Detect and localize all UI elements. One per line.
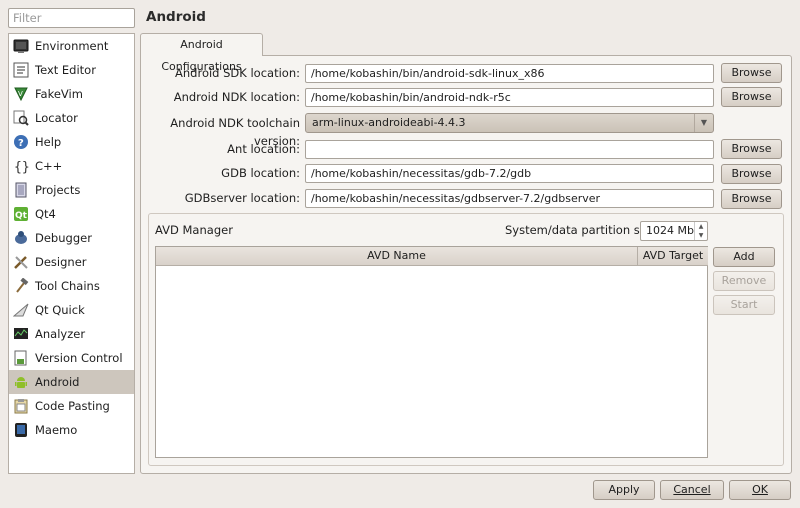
sidebar-item-maemo[interactable]: Maemo: [9, 418, 134, 442]
cpp-icon: {}: [12, 158, 29, 175]
sidebar-item-designer[interactable]: Designer: [9, 250, 134, 274]
ant-location-field[interactable]: [305, 140, 714, 159]
sidebar-item-code-pasting[interactable]: Code Pasting: [9, 394, 134, 418]
analyzer-icon: [12, 326, 29, 343]
ndk-location-label: Android NDK location:: [173, 90, 300, 104]
sidebar-item-version-control[interactable]: Version Control: [9, 346, 134, 370]
sidebar-item-label: Projects: [35, 183, 81, 197]
sidebar-item-label: Qt4: [35, 207, 56, 221]
chevron-down-icon[interactable]: ▼: [694, 114, 713, 132]
sidebar-item-label: Qt Quick: [35, 303, 85, 317]
gdb-location-label: GDB location:: [221, 166, 300, 180]
page-title: Android: [146, 9, 206, 25]
sidebar-item-label: C++: [35, 159, 63, 173]
svg-text:{}: {}: [14, 160, 29, 174]
sidebar-item-label: Environment: [35, 39, 109, 53]
sidebar-item-label: Help: [35, 135, 62, 149]
svg-text:?: ?: [18, 138, 24, 149]
sidebar-item-label: Maemo: [35, 423, 78, 437]
ant-location-label: Ant location:: [227, 142, 300, 156]
cancel-button-label: Cancel: [673, 483, 711, 496]
fakevim-icon: V: [12, 86, 29, 103]
sidebar-item-debugger[interactable]: Debugger: [9, 226, 134, 250]
sidebar-item-label: Designer: [35, 255, 87, 269]
hammer-icon: [12, 278, 29, 295]
apply-button[interactable]: Apply: [593, 480, 655, 500]
sdk-location-field[interactable]: /home/kobashin/bin/android-sdk-linux_x86: [305, 64, 714, 83]
toolchain-version-select[interactable]: arm-linux-androideabi-4.4.3 ▼: [305, 113, 714, 133]
android-icon: [12, 374, 29, 391]
ant-browse-button[interactable]: Browse: [721, 139, 782, 159]
partition-size-value: 1024 Mb: [646, 224, 694, 237]
ndk-location-field[interactable]: /home/kobashin/bin/android-ndk-r5c: [305, 88, 714, 107]
column-header-avd-target[interactable]: AVD Target: [638, 247, 708, 266]
maemo-icon: [12, 422, 29, 439]
filter-input[interactable]: Filter: [8, 8, 135, 28]
sidebar-item-help[interactable]: ? Help: [9, 130, 134, 154]
sidebar-item-label: Text Editor: [35, 63, 96, 77]
gdbserver-browse-button[interactable]: Browse: [721, 189, 782, 209]
code-pasting-icon: [12, 398, 29, 415]
sidebar-item-android[interactable]: Android: [9, 370, 134, 394]
apply-button-label: Apply: [608, 483, 640, 496]
sidebar-item-locator[interactable]: Locator: [9, 106, 134, 130]
avd-manager-title: AVD Manager: [155, 223, 233, 237]
gdb-browse-button[interactable]: Browse: [721, 164, 782, 184]
spin-arrows-icon[interactable]: ▲ ▼: [694, 222, 707, 240]
partition-size-label: System/data partition size:: [505, 223, 660, 237]
svg-text:V: V: [18, 90, 23, 98]
projects-icon: [12, 182, 29, 199]
ok-button-label: OK: [752, 483, 768, 496]
cancel-button[interactable]: Cancel: [660, 480, 724, 500]
toolchain-version-value: arm-linux-androideabi-4.4.3: [312, 116, 466, 129]
sidebar-item-label: Analyzer: [35, 327, 86, 341]
avd-table[interactable]: AVD Name AVD Target: [155, 246, 708, 458]
sidebar-item-label: FakeVim: [35, 87, 83, 101]
qt-icon: Qt: [12, 206, 29, 223]
gdbserver-location-label: GDBserver location:: [184, 191, 300, 205]
sidebar-item-label: Locator: [35, 111, 78, 125]
add-avd-button[interactable]: Add: [713, 247, 775, 267]
settings-category-list: Environment Text Editor V FakeVim Locato…: [8, 33, 135, 474]
sidebar-item-cpp[interactable]: {} C++: [9, 154, 134, 178]
start-avd-button[interactable]: Start: [713, 295, 775, 315]
sidebar-item-analyzer[interactable]: Analyzer: [9, 322, 134, 346]
designer-icon: [12, 254, 29, 271]
qt-quick-icon: [12, 302, 29, 319]
locator-icon: [12, 110, 29, 127]
sidebar-item-text-editor[interactable]: Text Editor: [9, 58, 134, 82]
monitor-icon: [12, 38, 29, 55]
sidebar-item-label: Android: [35, 375, 80, 389]
sidebar-item-fakevim[interactable]: V FakeVim: [9, 82, 134, 106]
partition-size-spinbox[interactable]: 1024 Mb ▲ ▼: [640, 221, 708, 241]
sidebar-item-label: Version Control: [35, 351, 123, 365]
ok-button[interactable]: OK: [729, 480, 791, 500]
remove-avd-button[interactable]: Remove: [713, 271, 775, 291]
text-editor-icon: [12, 62, 29, 79]
gdb-location-field[interactable]: /home/kobashin/necessitas/gdb-7.2/gdb: [305, 164, 714, 183]
sidebar-item-projects[interactable]: Projects: [9, 178, 134, 202]
sidebar-item-label: Debugger: [35, 231, 92, 245]
tab-android-configurations[interactable]: Android Configurations: [140, 33, 263, 73]
sdk-browse-button[interactable]: Browse: [721, 63, 782, 83]
sidebar-item-qt4[interactable]: Qt Qt4: [9, 202, 134, 226]
column-header-avd-name[interactable]: AVD Name: [156, 247, 638, 266]
help-icon: ?: [12, 134, 29, 151]
sidebar-item-label: Code Pasting: [35, 399, 110, 413]
sidebar-item-qt-quick[interactable]: Qt Quick: [9, 298, 134, 322]
sidebar-item-environment[interactable]: Environment: [9, 34, 134, 58]
debugger-icon: [12, 230, 29, 247]
sidebar-item-label: Tool Chains: [35, 279, 100, 293]
sidebar-item-tool-chains[interactable]: Tool Chains: [9, 274, 134, 298]
ndk-browse-button[interactable]: Browse: [721, 87, 782, 107]
svg-text:Qt: Qt: [15, 211, 28, 221]
version-control-icon: [12, 350, 29, 367]
gdbserver-location-field[interactable]: /home/kobashin/necessitas/gdbserver-7.2/…: [305, 189, 714, 208]
